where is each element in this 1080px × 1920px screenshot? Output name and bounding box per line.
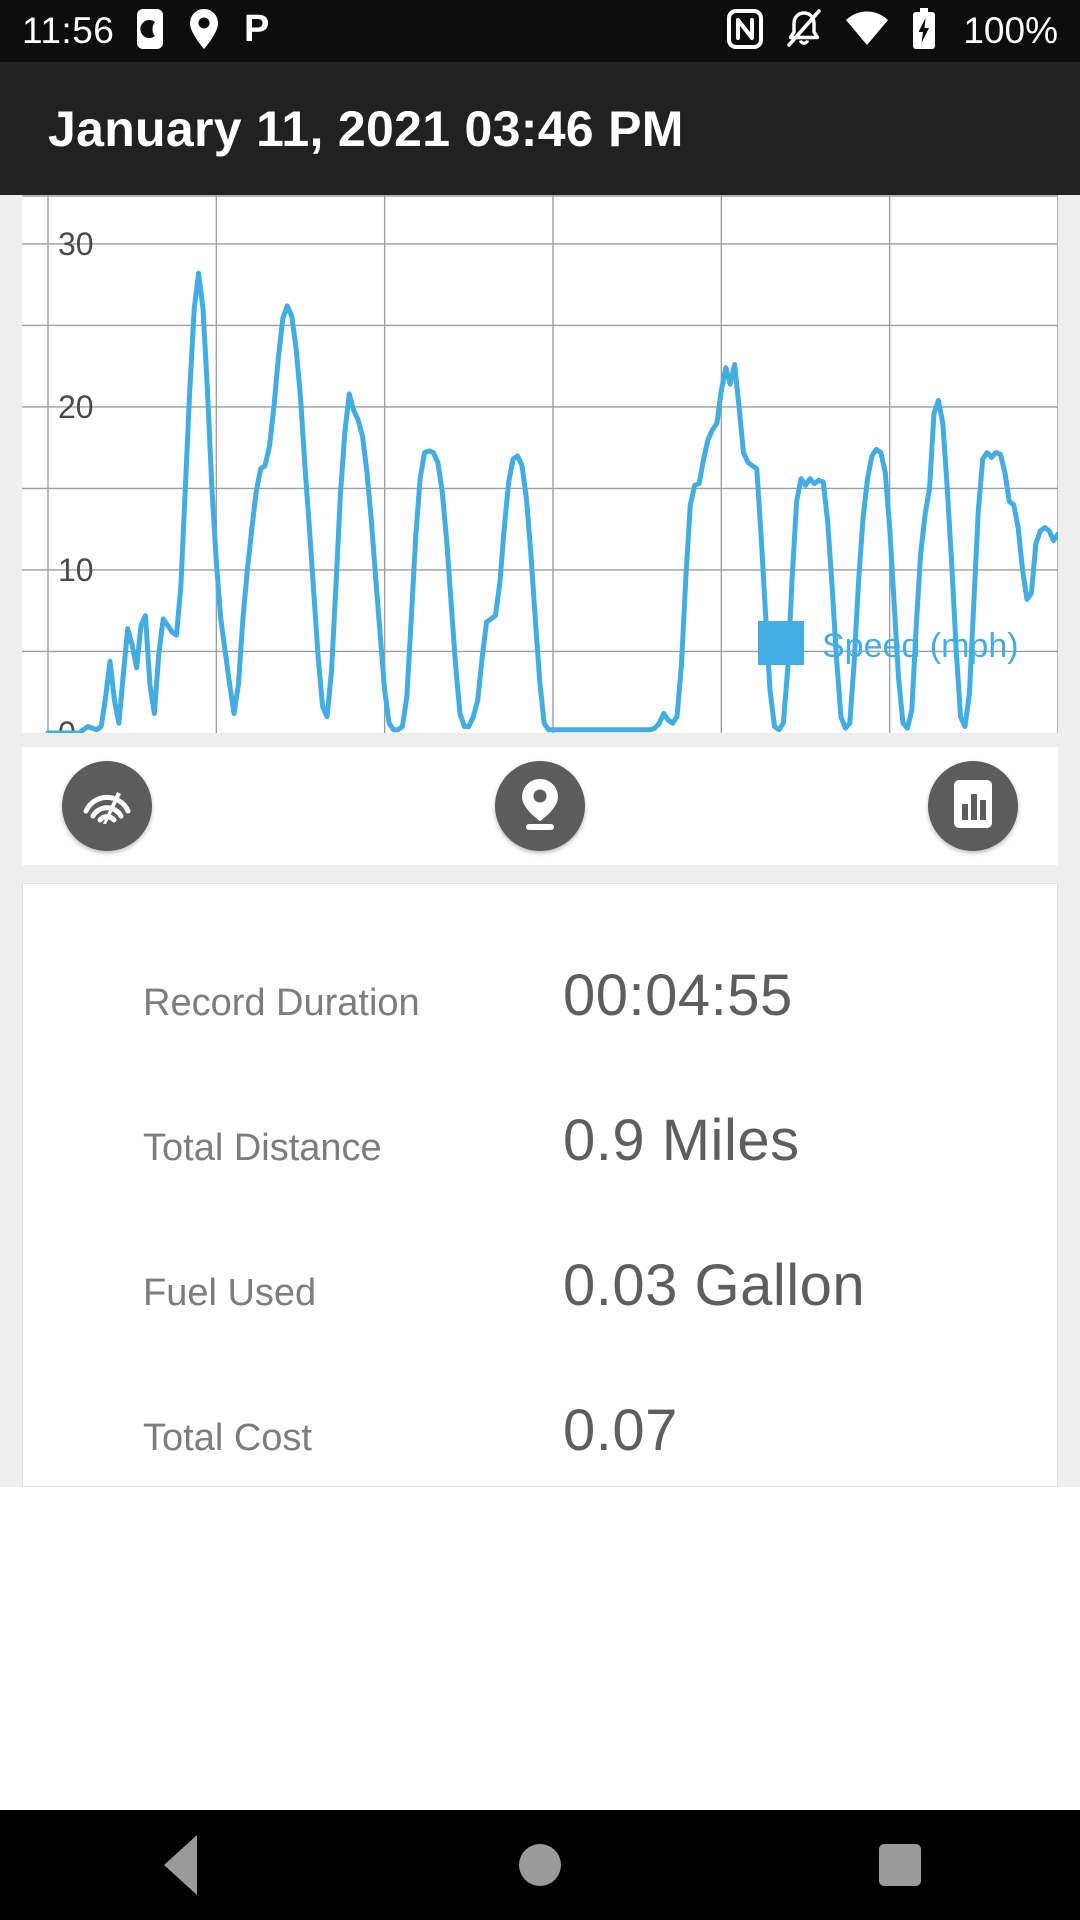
svg-text:P: P: [244, 8, 269, 50]
map-location-button[interactable]: [495, 761, 585, 851]
table-row: Total Cost 0.07: [23, 1397, 1057, 1542]
table-row: Record Duration 00:04:55: [23, 962, 1057, 1107]
app-header-bar: January 11, 2021 03:46 PM: [0, 62, 1080, 195]
stat-label-fuel-used: Fuel Used: [143, 1272, 317, 1314]
stat-value-fuel-used: 0.03 Gallon: [563, 1253, 866, 1318]
action-bar: [22, 747, 1058, 865]
status-left-icons: P: [136, 8, 272, 55]
dnd-moon-phone-icon: [136, 8, 164, 55]
home-circle-icon: [519, 1844, 561, 1886]
back-triangle-icon: [163, 1835, 197, 1895]
location-pin-icon: [515, 777, 565, 836]
page-title: January 11, 2021 03:46 PM: [48, 100, 684, 157]
parking-p-icon: P: [244, 8, 272, 55]
status-clock: 11:56: [22, 10, 115, 51]
y-axis-tick-label: 0: [58, 715, 76, 733]
chart-y-axis-labels: 0 10 20 30: [58, 226, 94, 733]
statistics-chart-button[interactable]: [928, 761, 1018, 851]
y-axis-tick-label: 30: [58, 226, 94, 262]
speed-chart-svg: 0 10 20 30 Speed (mph): [22, 195, 1058, 733]
notifications-muted-icon: [785, 8, 823, 54]
nav-back-button[interactable]: [105, 1810, 255, 1920]
speed-chart-section: 0 10 20 30 Speed (mph): [0, 195, 1080, 747]
table-row: Fuel Used 0.03 Gallon: [23, 1252, 1057, 1397]
action-bar-container: [0, 747, 1080, 865]
android-navigation-bar: [0, 1810, 1080, 1920]
stat-value-total-distance: 0.9 Miles: [563, 1108, 800, 1173]
stat-label-record-duration: Record Duration: [143, 982, 420, 1024]
speed-dashboard-button[interactable]: [62, 761, 152, 851]
status-right-icons: 100%: [727, 7, 1058, 55]
bar-chart-icon: [951, 778, 995, 835]
table-row: Total Distance 0.9 Miles: [23, 1107, 1057, 1252]
wifi-icon: [845, 11, 889, 52]
y-axis-tick-label: 20: [58, 389, 94, 425]
status-bar: 11:56 P 100%: [0, 0, 1080, 62]
location-pin-icon: [188, 8, 220, 55]
y-axis-tick-label: 10: [58, 552, 94, 588]
battery-charging-icon: [911, 7, 937, 55]
stats-card-container: Record Duration 00:04:55 Total Distance …: [0, 865, 1080, 1487]
speedometer-icon: [81, 778, 133, 835]
stat-label-total-cost: Total Cost: [143, 1417, 312, 1459]
chart-legend: Speed (mph): [758, 621, 1019, 665]
stat-value-total-cost: 0.07: [563, 1398, 678, 1463]
legend-color-swatch: [758, 621, 804, 665]
battery-percentage-label: 100%: [963, 10, 1058, 51]
trip-stats-card: Record Duration 00:04:55 Total Distance …: [22, 883, 1058, 1487]
speed-chart-plot[interactable]: 0 10 20 30 Speed (mph): [22, 195, 1058, 733]
legend-label: Speed (mph): [822, 627, 1019, 665]
nfc-icon: [727, 8, 764, 54]
stat-value-record-duration: 00:04:55: [563, 963, 793, 1028]
recents-square-icon: [879, 1844, 921, 1886]
nav-recents-button[interactable]: [825, 1810, 975, 1920]
nav-home-button[interactable]: [465, 1810, 615, 1920]
stat-label-total-distance: Total Distance: [143, 1127, 382, 1169]
